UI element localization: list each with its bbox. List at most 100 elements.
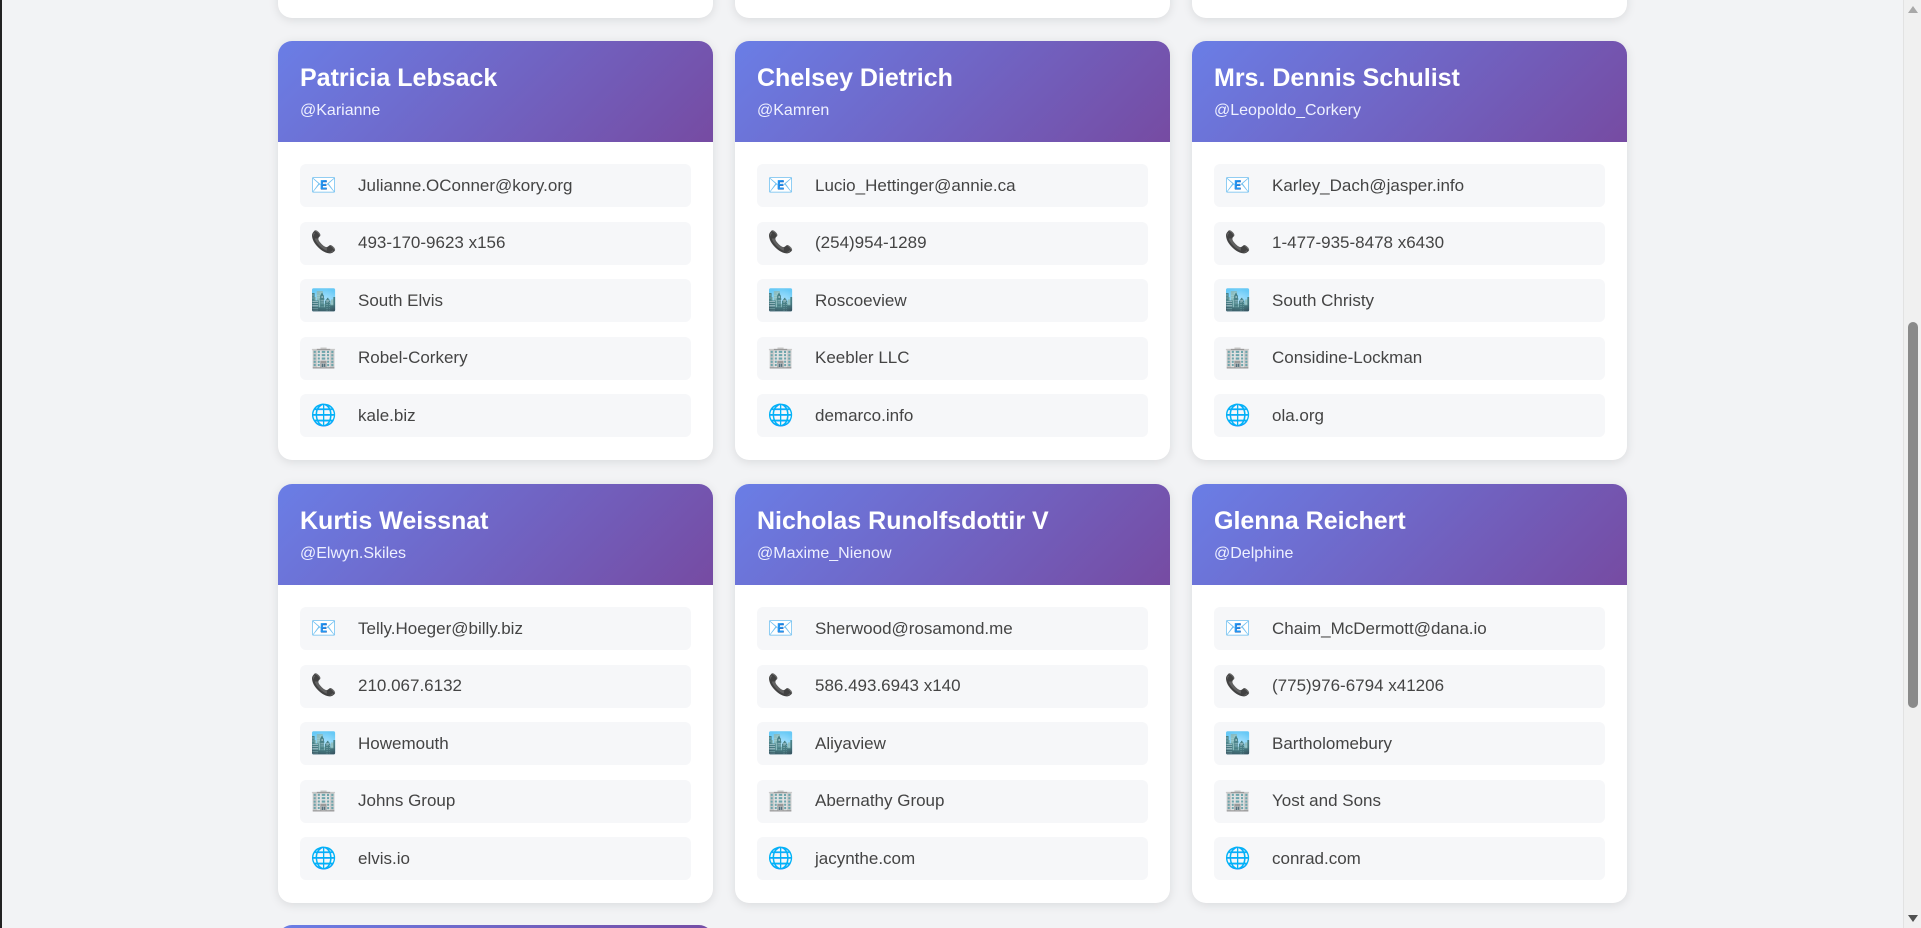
card-header: Mrs. Dennis Schulist @Leopoldo_Corkery — [1192, 41, 1627, 142]
website-row: 🌐 ola.org — [1214, 394, 1605, 438]
card-header: Chelsey Dietrich @Kamren — [735, 41, 1170, 142]
company-row: 🏢 Keebler LLC — [757, 336, 1148, 380]
phone-icon: 📞 — [1224, 231, 1252, 255]
phone-row: 📞 1-477-935-8478 x6430 — [1214, 221, 1605, 265]
card-header: Glenna Reichert @Delphine — [1192, 484, 1627, 585]
scroll-down-arrow-icon[interactable] — [1908, 915, 1918, 922]
email-row: 📧 Sherwood@rosamond.me — [757, 607, 1148, 650]
phone-row: 📞 (775)976-6794 x41206 — [1214, 664, 1605, 708]
scroll-up-arrow-icon[interactable] — [1908, 6, 1918, 13]
email-icon: 📧 — [310, 173, 338, 197]
phone-icon: 📞 — [767, 231, 795, 255]
email-icon: 📧 — [1224, 173, 1252, 197]
phone-value: 493-170-9623 x156 — [358, 233, 506, 253]
city-icon: 🏙️ — [310, 731, 338, 755]
phone-icon: 📞 — [1224, 674, 1252, 698]
city-value: Roscoeview — [815, 290, 907, 310]
email-value: Chaim_McDermott@dana.io — [1272, 618, 1487, 638]
company-value: Robel-Corkery — [358, 348, 468, 368]
city-row: 🏙️ Bartholomebury — [1214, 722, 1605, 766]
email-row: 📧 Lucio_Hettinger@annie.ca — [757, 164, 1148, 207]
website-row: 🌐 demarco.info — [757, 394, 1148, 438]
user-card[interactable]: Kurtis Weissnat @Elwyn.Skiles 📧 Telly.Hoe… — [278, 484, 713, 903]
user-name: Kurtis Weissnat — [300, 507, 489, 535]
company-value: Keebler LLC — [815, 348, 910, 368]
user-username: @Leopoldo_Corkery — [1214, 102, 1361, 119]
website-value: jacynthe.com — [815, 848, 916, 868]
phone-value: 586.493.6943 x140 — [815, 676, 961, 696]
city-icon: 🏙️ — [310, 288, 338, 312]
company-value: Johns Group — [358, 791, 456, 811]
city-row: 🏙️ Howemouth — [300, 722, 691, 766]
email-icon: 📧 — [1224, 616, 1252, 640]
city-value: Howemouth — [358, 733, 449, 753]
company-row: 🏢 Yost and Sons — [1214, 779, 1605, 823]
phone-icon: 📞 — [310, 231, 338, 255]
phone-row: 📞 (254)954-1289 — [757, 221, 1148, 265]
card-header: Kurtis Weissnat @Elwyn.Skiles — [278, 484, 713, 585]
company-value: Abernathy Group — [815, 791, 945, 811]
email-icon: 📧 — [767, 616, 795, 640]
company-icon: 🏢 — [1224, 789, 1252, 813]
user-card[interactable]: Glenna Reichert @Delphine 📧 Chaim_McDermo… — [1192, 484, 1627, 903]
website-row: 🌐 elvis.io — [300, 837, 691, 881]
city-value: South Christy — [1272, 290, 1375, 310]
user-username: @Kamren — [757, 102, 830, 119]
website-value: conrad.com — [1272, 848, 1361, 868]
company-icon: 🏢 — [1224, 346, 1252, 370]
company-row: 🏢 Abernathy Group — [757, 779, 1148, 823]
city-icon: 🏙️ — [1224, 731, 1252, 755]
city-value: Aliyaview — [815, 733, 886, 753]
globe-icon: 🌐 — [1224, 846, 1252, 870]
company-row: 🏢 Johns Group — [300, 779, 691, 823]
phone-row: 📞 210.067.6132 — [300, 664, 691, 708]
phone-icon: 📞 — [310, 674, 338, 698]
phone-icon: 📞 — [767, 674, 795, 698]
user-username: @Karianne — [300, 102, 381, 119]
vertical-scrollbar[interactable] — [1903, 0, 1921, 928]
user-card[interactable]: Chelsey Dietrich @Kamren 📧 Lucio_Hettinge… — [735, 41, 1170, 460]
city-icon: 🏙️ — [767, 288, 795, 312]
city-icon: 🏙️ — [767, 731, 795, 755]
phone-value: 1-477-935-8478 x6430 — [1272, 233, 1445, 253]
card-header: Nicholas Runolfsdottir V @Maxime_Nienow — [735, 484, 1170, 585]
company-row: 🏢 Robel-Corkery — [300, 336, 691, 380]
phone-value: 210.067.6132 — [358, 676, 462, 696]
globe-icon: 🌐 — [767, 403, 795, 427]
phone-value: (254)954-1289 — [815, 233, 927, 253]
globe-icon: 🌐 — [1224, 403, 1252, 427]
user-card[interactable]: Nicholas Runolfsdottir V @Maxime_Nienow … — [735, 484, 1170, 903]
phone-row: 📞 586.493.6943 x140 — [757, 664, 1148, 708]
scrollbar-thumb[interactable] — [1908, 322, 1918, 708]
company-icon: 🏢 — [310, 346, 338, 370]
city-row: 🏙️ South Christy — [1214, 279, 1605, 323]
email-value: Telly.Hoeger@billy.biz — [358, 618, 523, 638]
users-grid: Patricia Lebsack @Karianne 📧 Julianne.OCo… — [0, 0, 1903, 928]
website-row: 🌐 jacynthe.com — [757, 837, 1148, 881]
user-card[interactable]: Mrs. Dennis Schulist @Leopoldo_Corkery 📧… — [1192, 41, 1627, 460]
globe-icon: 🌐 — [310, 846, 338, 870]
user-card-partial — [278, 0, 713, 18]
email-value: Sherwood@rosamond.me — [815, 618, 1013, 638]
city-icon: 🏙️ — [1224, 288, 1252, 312]
user-card-partial — [735, 0, 1170, 18]
company-value: Yost and Sons — [1272, 791, 1382, 811]
city-value: Bartholomebury — [1272, 733, 1393, 753]
user-username: @Delphine — [1214, 545, 1294, 562]
user-card[interactable]: Patricia Lebsack @Karianne 📧 Julianne.OCo… — [278, 41, 713, 460]
email-row: 📧 Telly.Hoeger@billy.biz — [300, 607, 691, 650]
website-value: kale.biz — [358, 405, 416, 425]
city-row: 🏙️ South Elvis — [300, 279, 691, 323]
email-value: Julianne.OConner@kory.org — [358, 175, 573, 195]
company-icon: 🏢 — [767, 789, 795, 813]
email-value: Karley_Dach@jasper.info — [1272, 175, 1465, 195]
user-name: Mrs. Dennis Schulist — [1214, 64, 1460, 92]
user-username: @Elwyn.Skiles — [300, 545, 407, 562]
website-row: 🌐 kale.biz — [300, 394, 691, 438]
globe-icon: 🌐 — [767, 846, 795, 870]
email-icon: 📧 — [310, 616, 338, 640]
phone-row: 📞 493-170-9623 x156 — [300, 221, 691, 265]
city-row: 🏙️ Aliyaview — [757, 722, 1148, 766]
company-row: 🏢 Considine-Lockman — [1214, 336, 1605, 380]
city-value: South Elvis — [358, 290, 444, 310]
